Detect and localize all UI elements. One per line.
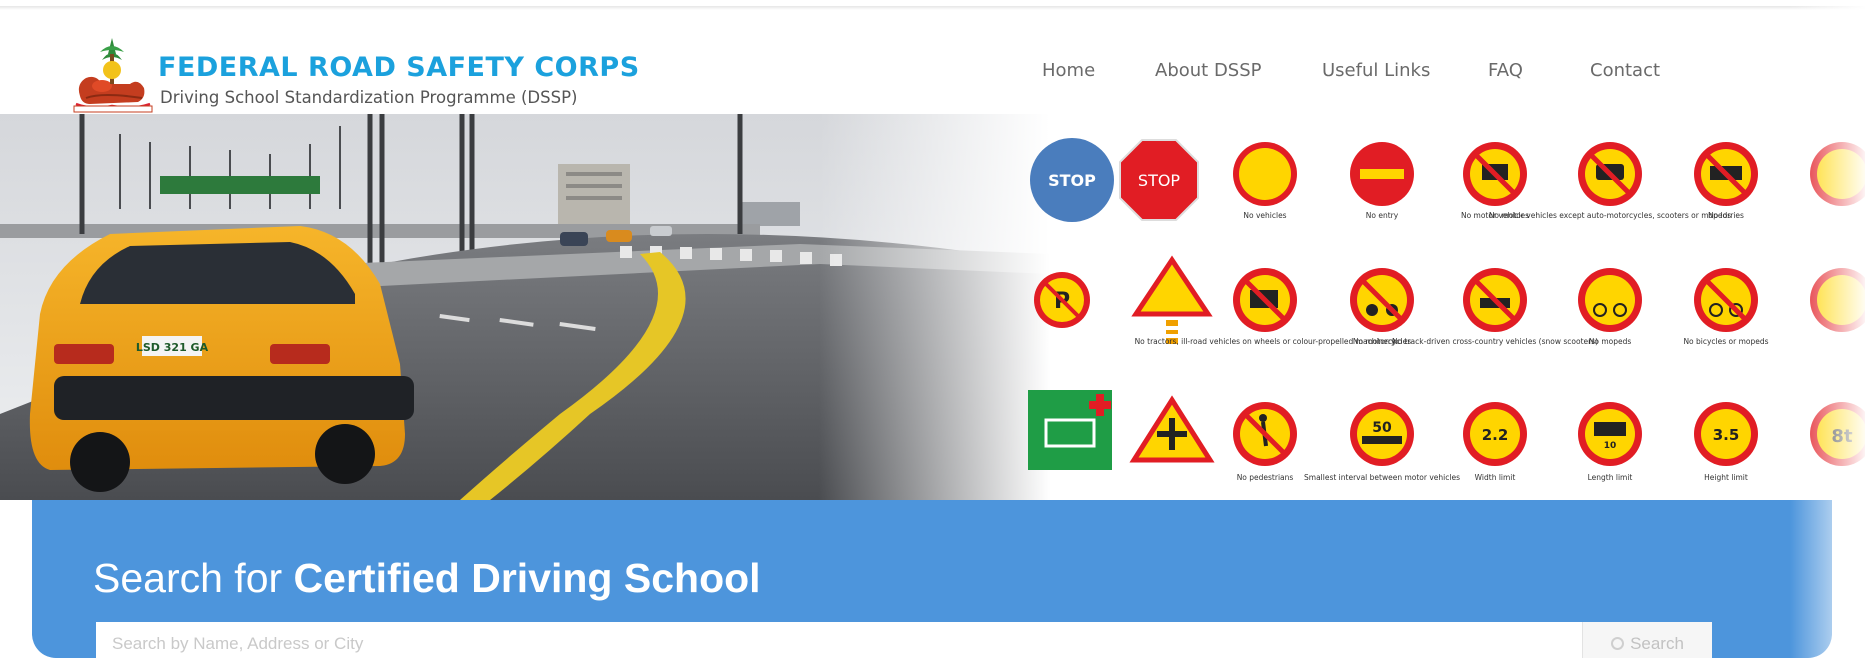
hero-banner: LSD 321 GA STOP STOP No vehicles No e xyxy=(0,114,1865,500)
search-button[interactable]: Search xyxy=(1582,622,1712,658)
search-heading-light: Search for xyxy=(93,555,294,601)
nav-faq[interactable]: FAQ xyxy=(1488,60,1523,84)
length-limit-sign-icon: 10 Length limit xyxy=(1578,402,1642,482)
nav-about-dssp[interactable]: About DSSP xyxy=(1155,60,1262,84)
page: FEDERAL ROAD SAFETY CORPS Driving School… xyxy=(0,0,1865,658)
no-motorcycles-sign-icon: No motorcycles xyxy=(1350,268,1414,346)
brand-subtitle: Driving School Standardization Programme… xyxy=(160,88,578,107)
svg-text:50: 50 xyxy=(1372,420,1392,436)
no-pedestrians-sign-icon: No pedestrians xyxy=(1233,402,1297,482)
no-entry-sign-icon: No entry xyxy=(1350,142,1414,220)
svg-text:2.2: 2.2 xyxy=(1482,426,1509,444)
no-vehicles-sign-icon: No vehicles xyxy=(1233,142,1297,220)
interval-sign-icon: 50 Smallest interval between motor vehic… xyxy=(1304,402,1460,482)
no-track-driven-sign-icon: No track-driven cross-country vehicles (… xyxy=(1392,268,1598,346)
partial-sign-2-icon xyxy=(1810,268,1865,332)
no-motor-vehicles-sign-icon: No motor vehicles xyxy=(1461,142,1529,220)
highway-photo: LSD 321 GA xyxy=(0,114,1050,500)
partial-sign-icon xyxy=(1810,142,1865,206)
frsc-crest-icon[interactable] xyxy=(72,34,154,114)
no-parking-sign-icon: P xyxy=(1034,272,1090,328)
nav-home[interactable]: Home xyxy=(1042,60,1095,84)
stop-round-sign-icon: STOP xyxy=(1030,138,1114,222)
site-header: FEDERAL ROAD SAFETY CORPS Driving School… xyxy=(0,10,1865,114)
svg-text:No bicycles or mopeds: No bicycles or mopeds xyxy=(1683,337,1768,346)
svg-text:STOP: STOP xyxy=(1138,171,1181,190)
height-limit-sign-icon: 3.5 Height limit xyxy=(1694,402,1758,482)
width-limit-sign-icon: 2.2 Width limit xyxy=(1463,402,1527,482)
no-bicycles-sign-icon: No bicycles or mopeds xyxy=(1683,268,1769,346)
search-button-label: Search xyxy=(1630,634,1684,653)
svg-text:8t: 8t xyxy=(1831,426,1853,447)
svg-text:10: 10 xyxy=(1604,441,1617,451)
search-icon xyxy=(1611,637,1625,650)
stop-octagon-sign-icon: STOP xyxy=(1119,139,1199,221)
slippery-road-warning-icon xyxy=(1131,255,1213,344)
nav-contact[interactable]: Contact xyxy=(1590,60,1660,84)
no-mopeds-sign-icon: No mopeds xyxy=(1578,268,1642,346)
svg-text:No track-driven cross-country: No track-driven cross-country vehicles (… xyxy=(1392,337,1598,346)
weight-limit-sign-icon: 8t xyxy=(1810,402,1865,466)
svg-text:Width limit: Width limit xyxy=(1475,473,1516,482)
nav-useful-links[interactable]: Useful Links xyxy=(1322,60,1430,84)
svg-text:STOP: STOP xyxy=(1048,171,1096,190)
brand-title[interactable]: FEDERAL ROAD SAFETY CORPS xyxy=(158,52,640,83)
svg-text:No entry: No entry xyxy=(1366,211,1399,220)
svg-text:No pedestrians: No pedestrians xyxy=(1237,473,1294,482)
search-heading: Search for Certified Driving School xyxy=(93,555,761,602)
search-heading-bold: Certified Driving School xyxy=(293,555,761,601)
crossroads-warning-icon xyxy=(1129,395,1215,463)
no-lorries-sign-icon: No lorries xyxy=(1694,142,1758,220)
svg-text:Smallest interval between moto: Smallest interval between motor vehicles xyxy=(1304,473,1460,482)
svg-text:3.5: 3.5 xyxy=(1713,426,1740,444)
traffic-signs-chart: STOP STOP No vehicles No entry No motor … xyxy=(1028,138,1865,482)
svg-text:No lorries: No lorries xyxy=(1708,211,1744,220)
svg-text:Height limit: Height limit xyxy=(1704,473,1748,482)
svg-text:Length limit: Length limit xyxy=(1588,473,1633,482)
svg-text:No motor vehicles except auto-: No motor vehicles except auto-motorcycle… xyxy=(1489,211,1731,220)
svg-text:No mopeds: No mopeds xyxy=(1589,337,1632,346)
first-aid-sign-icon xyxy=(1028,390,1112,470)
search-input[interactable] xyxy=(96,622,1582,658)
svg-text:No vehicles: No vehicles xyxy=(1243,211,1286,220)
